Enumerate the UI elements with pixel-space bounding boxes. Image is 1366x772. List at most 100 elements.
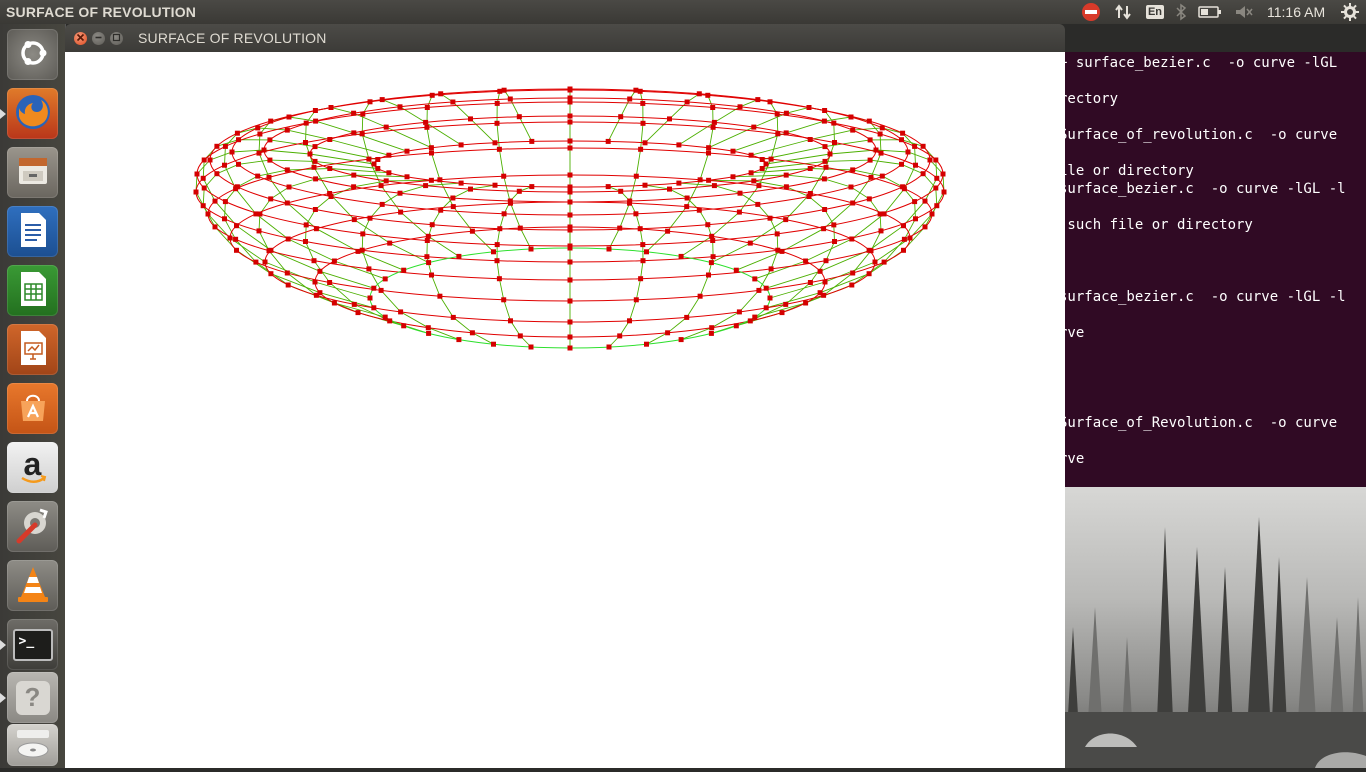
mesh-vertex xyxy=(492,182,498,188)
launcher-item-vlc[interactable] xyxy=(7,560,58,611)
network-transfer-icon[interactable] xyxy=(1113,2,1133,22)
mesh-vertex xyxy=(605,184,611,190)
terminal-line: rectory xyxy=(1065,91,1119,107)
launcher-item-ubuntu-software-center[interactable] xyxy=(7,383,58,434)
maximize-button[interactable] xyxy=(110,32,123,45)
opengl-canvas[interactable] xyxy=(65,52,1065,768)
mesh-vertex xyxy=(567,345,573,351)
mesh-vertex xyxy=(807,280,813,285)
mesh-vertex xyxy=(507,96,513,102)
mesh-vertex xyxy=(783,130,789,136)
mesh-vertex xyxy=(383,178,389,184)
mesh-vertex xyxy=(351,217,357,223)
mesh-vertex xyxy=(941,189,947,195)
launcher-item-libreoffice-impress[interactable] xyxy=(7,324,58,375)
mesh-vertex xyxy=(423,183,429,189)
mesh-vertex xyxy=(922,198,928,204)
mesh-vertex xyxy=(317,290,323,296)
mesh-vertex xyxy=(382,276,388,282)
mesh-vertex xyxy=(752,314,758,320)
mesh-vertex xyxy=(567,224,573,230)
mesh-vertex xyxy=(567,113,573,119)
mesh-vertex xyxy=(311,258,317,264)
power-gear-icon[interactable] xyxy=(1339,2,1361,22)
mesh-vertex xyxy=(567,145,573,151)
mesh-vertex xyxy=(491,341,496,347)
surface-of-revolution-wireframe xyxy=(193,86,947,351)
mesh-vertex xyxy=(255,125,261,131)
mesh-vertex xyxy=(382,314,388,320)
mesh-vertex xyxy=(266,174,272,180)
mesh-vertex xyxy=(567,189,573,195)
mesh-vertex xyxy=(351,184,357,190)
close-button[interactable] xyxy=(74,32,87,45)
no-entry-icon[interactable] xyxy=(1080,2,1102,22)
mesh-vertex xyxy=(667,116,672,122)
mesh-vertex xyxy=(737,190,743,196)
mesh-vertex xyxy=(567,212,573,218)
mesh-vertex xyxy=(501,297,507,303)
top-panel: SURFACE OF REVOLUTION En 11:16 AM xyxy=(0,0,1366,24)
mesh-meridian-line xyxy=(762,139,938,289)
mesh-vertex xyxy=(428,177,434,183)
mesh-vertex xyxy=(633,297,639,303)
launcher-item-libreoffice-writer[interactable] xyxy=(7,206,58,257)
mesh-vertex xyxy=(767,215,773,221)
battery-icon[interactable] xyxy=(1197,2,1223,22)
mesh-vertex xyxy=(567,184,573,190)
launcher-item-firefox[interactable] xyxy=(7,88,58,139)
mesh-vertex xyxy=(516,188,522,194)
mesh-vertex xyxy=(351,172,357,178)
launcher-item-amazon[interactable]: a xyxy=(7,442,58,493)
launcher-item-libreoffice-calc[interactable] xyxy=(7,265,58,316)
mesh-vertex xyxy=(327,137,333,142)
impress-presentation-icon xyxy=(16,329,50,371)
mesh-vertex xyxy=(458,180,464,186)
volume-muted-icon[interactable] xyxy=(1233,2,1255,22)
launcher-item-files[interactable] xyxy=(7,147,58,198)
mesh-vertex xyxy=(684,314,690,320)
mesh-vertex xyxy=(517,225,523,231)
terminal-line: surface_bezier.c -o curve -lGL -l xyxy=(1065,289,1346,305)
mesh-vertex xyxy=(817,290,823,296)
mesh-vertex xyxy=(496,276,502,282)
mesh-vertex xyxy=(401,267,407,273)
mesh-vertex xyxy=(850,270,856,276)
launcher-item-terminal[interactable]: >_ xyxy=(7,619,58,670)
mesh-vertex xyxy=(311,164,317,170)
mesh-vertex xyxy=(567,119,573,125)
mesh-vertex xyxy=(879,173,885,179)
clock[interactable]: 11:16 AM xyxy=(1267,4,1325,20)
mesh-vertex xyxy=(822,207,828,212)
mesh-vertex xyxy=(284,200,290,206)
mesh-vertex xyxy=(398,309,404,315)
mesh-vertex xyxy=(528,246,534,252)
terminal-window[interactable]: + surface_bezier.c -o curve -lGL rectory… xyxy=(1065,52,1366,487)
window-titlebar[interactable]: SURFACE OF REVOLUTION xyxy=(65,24,1065,52)
minimize-button[interactable] xyxy=(92,32,105,45)
mesh-vertex xyxy=(849,236,855,242)
mesh-vertex xyxy=(706,145,712,151)
launcher-item-optical-drive[interactable] xyxy=(7,724,58,766)
launcher-item-unknown-app[interactable]: ? xyxy=(7,672,58,723)
mesh-vertex xyxy=(303,120,309,126)
mesh-vertex xyxy=(404,148,410,154)
bluetooth-icon[interactable] xyxy=(1174,2,1188,22)
mesh-vertex xyxy=(438,91,444,97)
mesh-vertex xyxy=(567,319,573,325)
mesh-vertex xyxy=(933,185,939,191)
mesh-meridian-line xyxy=(426,184,496,345)
mesh-vertex xyxy=(331,300,337,306)
ubuntu-logo-icon xyxy=(15,35,51,75)
mesh-vertex xyxy=(710,105,716,110)
mesh-vertex xyxy=(627,96,633,102)
cd-drive-icon xyxy=(14,726,52,764)
mesh-vertex xyxy=(697,293,703,299)
launcher-item-system-settings[interactable] xyxy=(7,501,58,552)
launcher-item-ubuntu-dash[interactable] xyxy=(7,29,58,80)
keyboard-layout-indicator[interactable]: En xyxy=(1145,2,1165,22)
mesh-vertex xyxy=(267,157,273,163)
mesh-vertex xyxy=(706,272,711,278)
mesh-vertex xyxy=(747,240,753,246)
mesh-vertex xyxy=(268,118,274,124)
